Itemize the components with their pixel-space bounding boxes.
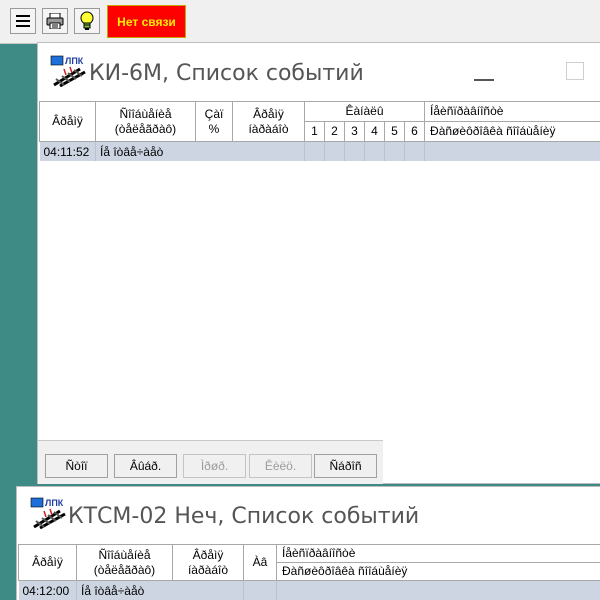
window-title: КТСМ-02 Неч, Список событий <box>68 504 420 529</box>
col-faults[interactable]: Íåèñïðàâíîñòè <box>424 101 600 122</box>
channel-3[interactable]: 3 <box>344 121 365 142</box>
col-capacity[interactable]: Çàï% <box>195 101 233 142</box>
col-message[interactable]: Ñîîáùåíèå (òåëåãðàô) <box>95 101 196 142</box>
select-button[interactable]: Âûáð. <box>114 454 177 478</box>
row-time: 04:12:00 <box>18 580 77 600</box>
hint-button[interactable] <box>74 8 100 34</box>
col-runtime[interactable]: Âðåìÿ íàðàáîò <box>232 101 305 142</box>
row-message: Íå îòâå÷àåò <box>95 141 305 161</box>
lpk-logo-icon: ЛПК <box>50 55 86 90</box>
minimize-icon[interactable] <box>474 70 494 84</box>
maximize-icon[interactable] <box>566 62 584 83</box>
table-row[interactable]: 04:11:52 Íå îòâå÷àåò <box>39 141 600 161</box>
col-channels[interactable]: Êàíàëû <box>303 101 426 122</box>
row-time: 04:11:52 <box>39 141 96 161</box>
top-toolbar: Нет связи <box>0 0 600 44</box>
stop-button[interactable]: Ñòîï <box>45 454 108 478</box>
lightbulb-icon <box>80 11 94 30</box>
lpk-logo-icon: ЛПК <box>30 497 66 532</box>
col-runtime[interactable]: Âðåìÿ íàðàáîò <box>172 544 244 581</box>
col-decoding[interactable]: Ðàñøèôðîâêà ñîîáùåíèÿ <box>424 121 600 142</box>
menu-button[interactable] <box>10 8 36 34</box>
channel-4[interactable]: 4 <box>364 121 385 142</box>
channel-5[interactable]: 5 <box>384 121 405 142</box>
print-button[interactable] <box>42 8 68 34</box>
printer-icon <box>46 13 64 29</box>
channel-1[interactable]: 1 <box>304 121 325 142</box>
hamburger-icon <box>16 15 30 27</box>
channel-2[interactable]: 2 <box>324 121 345 142</box>
svg-text:ЛПК: ЛПК <box>65 56 84 66</box>
route-button[interactable]: Ìðøð. <box>183 454 246 478</box>
row-message: Íå îòâå÷àåò <box>76 580 244 600</box>
events-table: Âðåìÿ Ñîîáùåíèå (òåëåãðàô) Âðåìÿ íàðàáîò À… <box>18 544 600 600</box>
ktsm02-events-window: ЛПК КТСМ-02 Неч, Список событий Âðåìÿ Ñî… <box>17 487 600 600</box>
svg-text:ЛПК: ЛПК <box>45 498 64 508</box>
window-titlebar[interactable]: ЛПК КТСМ-02 Неч, Список событий <box>17 487 600 544</box>
window-button-bar: Ñòîï Âûáð. Ìðøð. Êèëö. Ñáðîñ <box>38 440 383 484</box>
col-time[interactable]: Âðåìÿ <box>39 101 96 142</box>
col-time[interactable]: Âðåìÿ <box>18 544 77 581</box>
reset-button[interactable]: Ñáðîñ <box>314 454 377 478</box>
window-titlebar[interactable]: ЛПК КИ-6М, Список событий <box>38 43 600 101</box>
clear-button[interactable]: Êèëö. <box>249 454 312 478</box>
window-title: КИ-6М, Список событий <box>89 61 364 86</box>
events-table: Âðåìÿ Ñîîáùåíèå (òåëåãðàô) Çàï% Âðåìÿ íàðà… <box>39 101 600 161</box>
col-decoding[interactable]: Ðàñøèôðîâêà ñîîáùåíèÿ <box>276 562 600 581</box>
ki6m-events-window: ЛПК КИ-6М, Список событий Âðåìÿ Ñîîáùåíè… <box>38 43 600 484</box>
connection-status-button[interactable]: Нет связи <box>107 5 186 38</box>
channel-6[interactable]: 6 <box>403 121 426 142</box>
col-message[interactable]: Ñîîáùåíèå (òåëåãðàô) <box>76 544 173 581</box>
table-row[interactable]: 04:12:00 Íå îòâå÷àåò <box>18 580 600 600</box>
col-faults[interactable]: Íåèñïðàâíîñòè <box>276 544 600 563</box>
col-axis[interactable]: Àâ <box>243 544 277 581</box>
